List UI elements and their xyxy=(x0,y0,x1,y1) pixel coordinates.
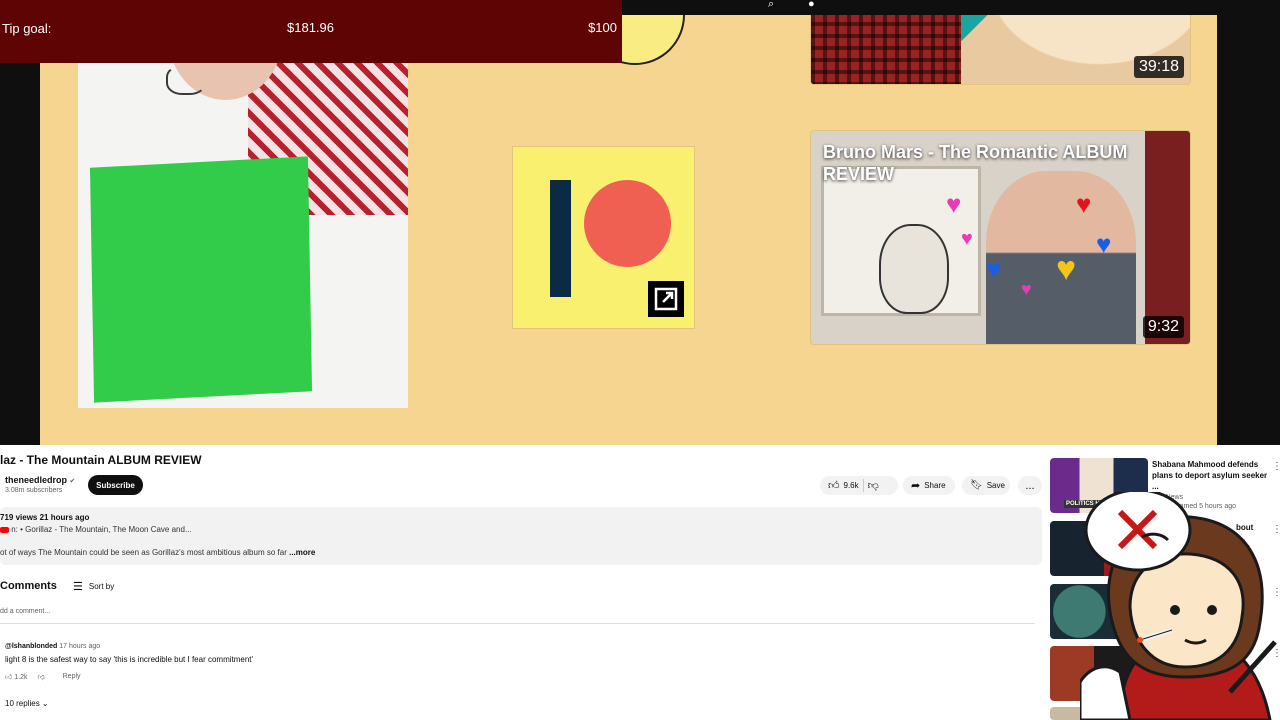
comments-heading: Comments xyxy=(0,580,57,592)
heart-icon: ♥ xyxy=(961,228,973,250)
like-dislike-group: 👍︎ 9.6k 👎︎ xyxy=(820,476,898,495)
add-comment-input[interactable]: dd a comment... xyxy=(0,608,1035,624)
external-link-icon xyxy=(648,281,684,317)
playlist-line: n: • Gorillaz - The Mountain, The Moon C… xyxy=(0,525,192,534)
heart-icon: ♥ xyxy=(946,189,962,219)
share-label: Share xyxy=(924,481,946,490)
comment-text: light 8 is the safest way to say 'this i… xyxy=(5,655,254,664)
show-more-link[interactable]: ...more xyxy=(289,548,315,557)
description-text: ot of ways The Mountain could be seen as… xyxy=(0,548,316,557)
heart-icon: ♥ xyxy=(1076,189,1092,219)
channel-name: theneedledrop xyxy=(5,475,68,485)
save-button[interactable]: 🔖︎ Save xyxy=(962,476,1010,495)
share-icon: ➦ xyxy=(911,480,921,492)
recommended-title: Shabana Mahmood defends plans to deport … xyxy=(1152,460,1268,491)
heart-icon: ♥ xyxy=(1056,250,1077,288)
tip-goal-bar: Tip goal: $181.96 $100 xyxy=(0,0,622,63)
patreon-logo-circle xyxy=(584,180,671,267)
video-title: laz - The Mountain ALBUM REVIEW xyxy=(0,453,202,467)
view-replies-button[interactable]: 10 replies ⌄ xyxy=(5,699,49,708)
dislike-button[interactable]: 👎︎ xyxy=(868,479,879,492)
bookmark-icon: 🔖︎ xyxy=(970,480,983,491)
thumbs-up-icon: 👍︎ xyxy=(828,480,840,492)
verified-icon: ✔ xyxy=(69,478,76,485)
patreon-logo-bar xyxy=(550,180,571,297)
description-box[interactable]: 719 views 21 hours ago n: • Gorillaz - T… xyxy=(0,507,1042,565)
video-player[interactable]: 39:18 ♥ ♥ ♥ ♥ ♥ ♥ ♥ Bruno Mars - The Rom… xyxy=(0,0,1280,445)
subscriber-count: 3.08m subscribers xyxy=(5,487,63,494)
comment-like-button[interactable]: 👍︎ 1.2k xyxy=(5,672,28,681)
more-icon[interactable]: ⋮ xyxy=(1272,461,1280,472)
thumbs-down-icon: 👎︎ xyxy=(37,674,45,681)
green-album-sleeve xyxy=(89,156,313,403)
tip-goal-target: $100 xyxy=(588,20,617,35)
replies-label: 10 replies xyxy=(5,699,40,708)
like-button[interactable]: 👍︎ 9.6k xyxy=(828,479,859,492)
more-actions-button[interactable]: ... xyxy=(1018,476,1042,495)
sort-label: Sort by xyxy=(88,582,115,591)
comment-item: @lshanblonded 17 hours ago light 8 is th… xyxy=(5,643,253,681)
sort-icon: ☰ xyxy=(73,581,83,593)
tip-goal-label: Tip goal: xyxy=(2,21,52,36)
heart-icon: ♥ xyxy=(1096,229,1112,259)
heart-icon: ♥ xyxy=(986,254,1002,284)
mascot-overlay xyxy=(1080,492,1277,720)
tip-goal-current: $181.96 xyxy=(287,20,334,35)
comment-like-count: 1.2k xyxy=(14,674,28,681)
video-duration: 39:18 xyxy=(1133,56,1184,78)
mic-icon[interactable]: ● xyxy=(808,0,815,10)
patreon-link[interactable] xyxy=(512,146,695,329)
share-button[interactable]: ➦ Share xyxy=(903,476,955,495)
like-count: 9.6k xyxy=(843,481,859,490)
view-stats: 719 views 21 hours ago xyxy=(0,513,90,522)
subscribe-button[interactable]: Subscribe xyxy=(88,475,143,495)
search-icon[interactable]: ⌕ xyxy=(768,0,774,10)
comment-dislike-button[interactable]: 👎︎ xyxy=(38,672,45,681)
thumbs-up-icon: 👍︎ xyxy=(5,674,13,681)
comment-author[interactable]: @lshanblonded xyxy=(5,643,57,650)
sort-by-button[interactable]: ☰ Sort by xyxy=(73,580,114,593)
chevron-down-icon: ⌄ xyxy=(41,699,49,708)
end-screen-video-bruno[interactable]: ♥ ♥ ♥ ♥ ♥ ♥ ♥ Bruno Mars - The Romantic … xyxy=(810,130,1191,345)
channel-info: theneedledrop ✔ 3.08m subscribers xyxy=(5,475,75,494)
comment-time: 17 hours ago xyxy=(59,643,101,650)
youtube-icon xyxy=(0,526,9,533)
reply-button[interactable]: Reply xyxy=(63,673,81,680)
save-label: Save xyxy=(986,481,1005,490)
video-title: Bruno Mars - The Romantic ALBUM REVIEW xyxy=(823,142,1128,184)
video-duration: 9:32 xyxy=(1142,316,1184,338)
channel-name-link[interactable]: theneedledrop ✔ xyxy=(5,475,75,485)
page: 39:18 ♥ ♥ ♥ ♥ ♥ ♥ ♥ Bruno Mars - The Rom… xyxy=(0,0,1280,720)
heart-icon: ♥ xyxy=(1021,279,1032,299)
